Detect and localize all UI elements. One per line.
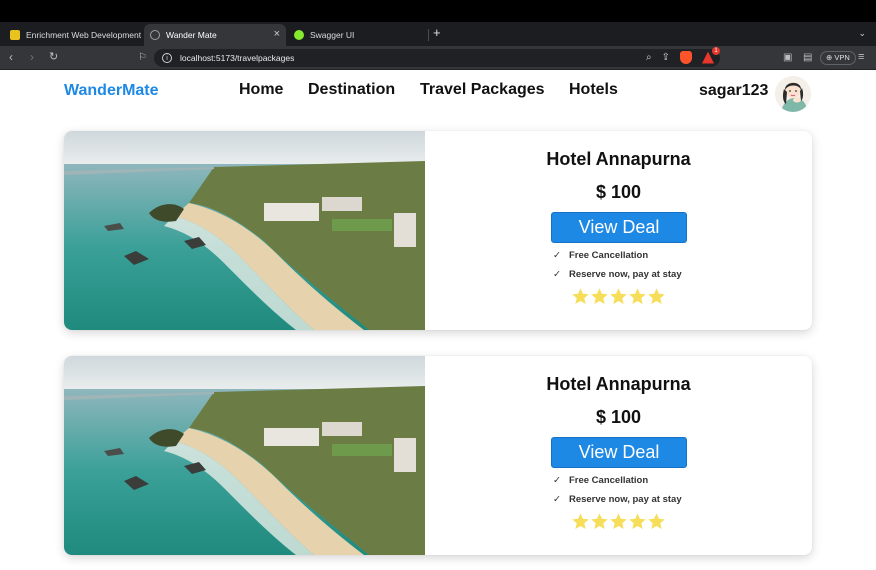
- check-icon: ✓: [553, 250, 561, 261]
- back-icon[interactable]: ‹: [9, 51, 13, 64]
- hotel-name: Hotel Annapurna: [546, 374, 691, 394]
- star-icon: [629, 513, 646, 530]
- bookmark-icon[interactable]: ⚐: [138, 51, 147, 64]
- tab-wander-mate[interactable]: Wander Mate ×: [144, 24, 286, 46]
- nav-travel-packages[interactable]: Travel Packages: [420, 81, 545, 99]
- nav-home[interactable]: Home: [239, 81, 283, 99]
- tab-swagger[interactable]: Swagger UI: [288, 24, 428, 46]
- star-icon: [591, 513, 608, 530]
- vpn-button[interactable]: ⊕ VPN: [820, 51, 856, 65]
- hotel-price: $ 100: [595, 182, 642, 202]
- window-top-strip: [0, 0, 876, 22]
- check-icon: ✓: [553, 269, 561, 280]
- address-bar[interactable]: i localhost:5173/travelpackages ⌕ ⇪: [154, 49, 720, 67]
- avatar[interactable]: [775, 76, 811, 112]
- feature-label: Reserve now, pay at stay: [568, 494, 682, 505]
- star-icon: [610, 288, 627, 305]
- star-icon: [648, 513, 665, 530]
- tab-title: Wander Mate: [166, 30, 217, 40]
- nav-destination[interactable]: Destination: [308, 81, 395, 99]
- globe-icon: [150, 30, 160, 40]
- rewards-badge: 1: [712, 47, 720, 55]
- vpn-label: VPN: [834, 53, 850, 62]
- star-rating: [571, 287, 666, 306]
- star-icon: [610, 513, 627, 530]
- star-icon: [629, 288, 646, 305]
- star-icon: [572, 288, 589, 305]
- check-icon: ✓: [553, 475, 561, 486]
- close-tab-icon[interactable]: ×: [274, 29, 280, 40]
- nav-hotels[interactable]: Hotels: [569, 81, 618, 99]
- tab-title: Enrichment Web Development: [26, 30, 142, 40]
- feature-label: Reserve now, pay at stay: [568, 269, 682, 280]
- new-tab-icon[interactable]: +: [433, 26, 441, 40]
- menu-icon[interactable]: ≡: [858, 51, 864, 64]
- tab-bar: Enrichment Web Development Wander Mate ×…: [0, 22, 876, 46]
- feature-item: ✓ Reserve now, pay at stay: [553, 269, 682, 280]
- forward-icon[interactable]: ›: [30, 51, 34, 64]
- site-logo[interactable]: WanderMate: [64, 82, 159, 100]
- hotel-card: Hotel Annapurna $ 100 View Deal ✓ Free C…: [64, 356, 812, 555]
- feature-label: Free Cancellation: [568, 475, 649, 486]
- sidebar-icon[interactable]: ▣: [783, 51, 792, 64]
- check-icon: ✓: [553, 494, 561, 505]
- site-header: WanderMate Home Destination Travel Packa…: [0, 70, 876, 136]
- tab-divider: [428, 29, 429, 41]
- swagger-icon: [294, 30, 304, 40]
- username[interactable]: sagar123: [699, 82, 768, 100]
- reload-icon[interactable]: ↻: [49, 51, 58, 64]
- view-deal-button[interactable]: View Deal: [551, 212, 687, 243]
- view-deal-button[interactable]: View Deal: [551, 437, 687, 468]
- star-rating: [571, 512, 666, 531]
- folder-icon: [10, 30, 20, 40]
- tab-title: Swagger UI: [310, 30, 355, 40]
- star-icon: [591, 288, 608, 305]
- feature-label: Free Cancellation: [568, 250, 649, 261]
- tab-search-chevron-icon[interactable]: ⌄: [858, 28, 866, 39]
- site-info-icon[interactable]: i: [162, 53, 172, 63]
- hotel-price: $ 100: [595, 407, 642, 427]
- feature-item: ✓ Reserve now, pay at stay: [553, 494, 682, 505]
- browser-toolbar: ‹ › ↻ ⚐ i localhost:5173/travelpackages …: [0, 46, 876, 70]
- share-icon[interactable]: ⇪: [662, 52, 670, 63]
- hotel-image: [64, 131, 425, 330]
- feature-item: ✓ Free Cancellation: [553, 250, 648, 261]
- url-text: localhost:5173/travelpackages: [180, 53, 295, 63]
- star-icon: [648, 288, 665, 305]
- star-icon: [572, 513, 589, 530]
- hotel-card: Hotel Annapurna $ 100 View Deal ✓ Free C…: [64, 131, 812, 330]
- hotel-details: Hotel Annapurna $ 100 View Deal ✓ Free C…: [425, 356, 812, 555]
- brave-shields-icon[interactable]: [680, 51, 692, 64]
- hotel-image: [64, 356, 425, 555]
- feature-item: ✓ Free Cancellation: [553, 475, 648, 486]
- hotel-name: Hotel Annapurna: [546, 149, 691, 169]
- tab-enrichment[interactable]: Enrichment Web Development: [4, 24, 142, 46]
- zoom-icon[interactable]: ⌕: [646, 52, 652, 63]
- hotel-details: Hotel Annapurna $ 100 View Deal ✓ Free C…: [425, 131, 812, 330]
- wallet-icon[interactable]: ▤: [803, 51, 812, 64]
